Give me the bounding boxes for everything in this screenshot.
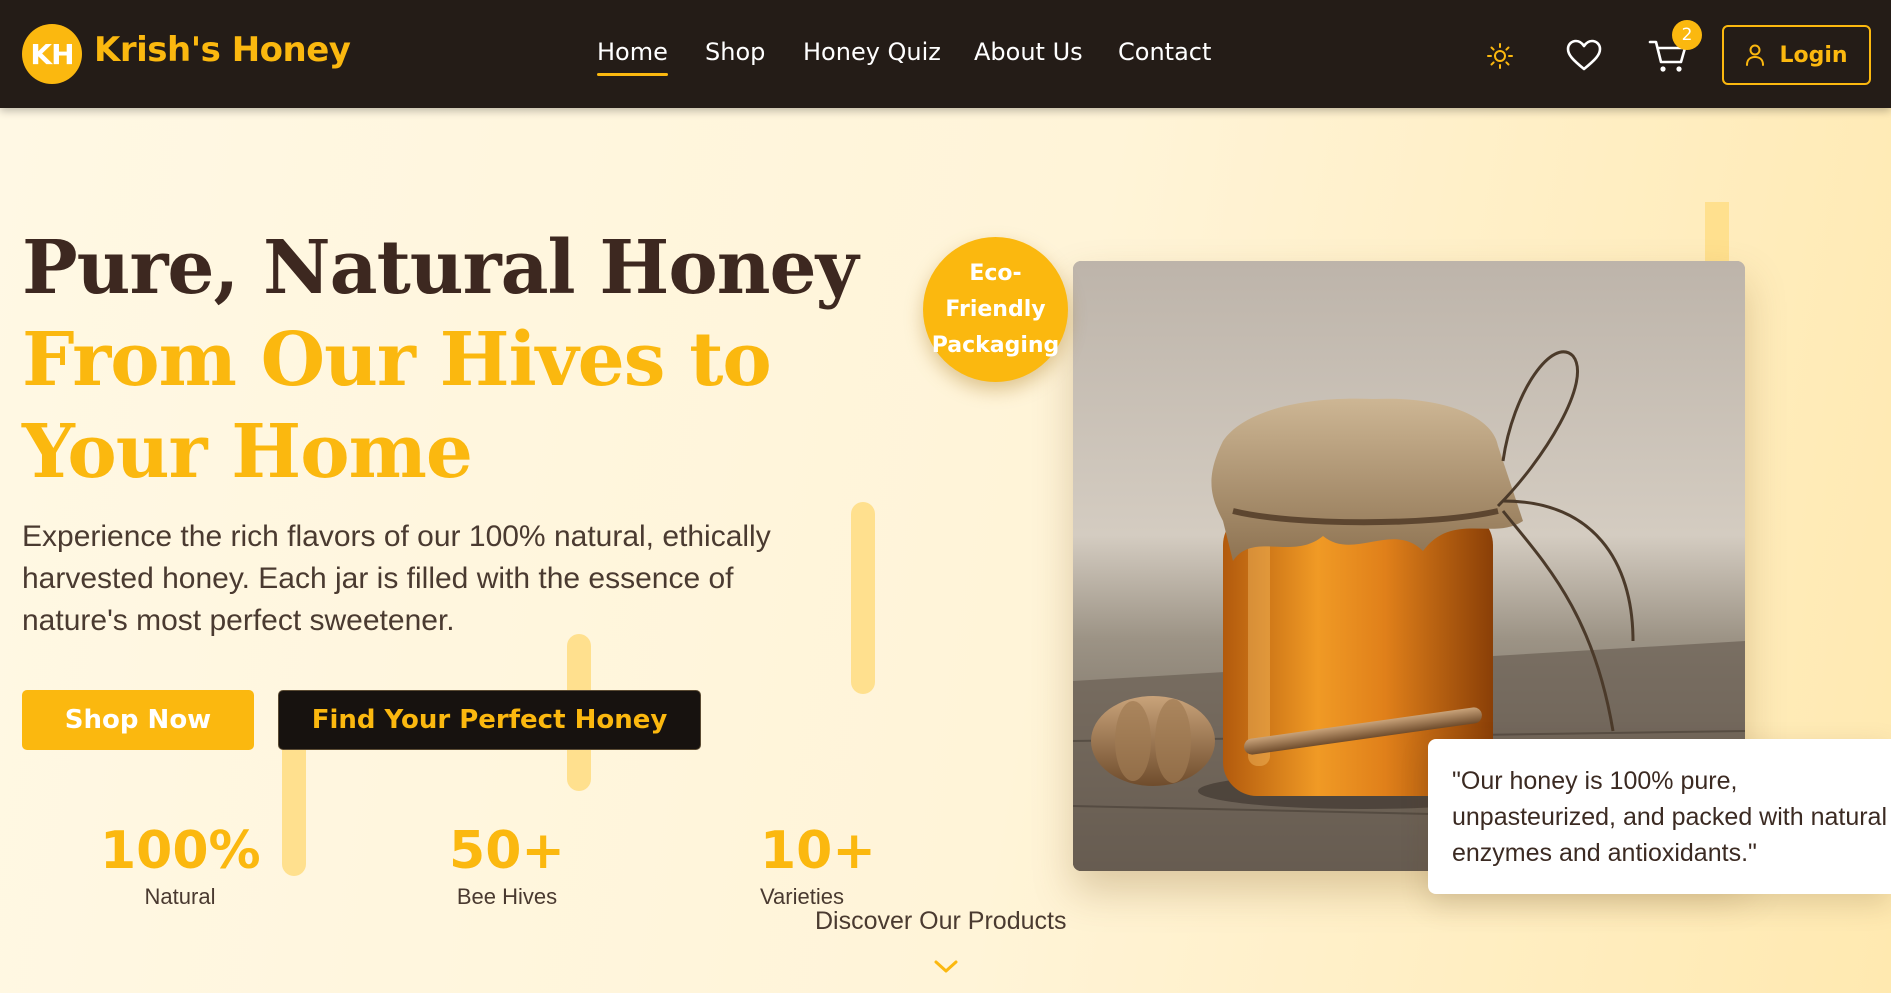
chevron-down-icon[interactable] xyxy=(932,958,960,976)
decorative-drip xyxy=(851,502,875,694)
stat-varieties: 10+ Varieties xyxy=(760,818,876,910)
discover-products-link[interactable]: Discover Our Products xyxy=(815,907,1066,936)
nav-link-about-us[interactable]: About Us xyxy=(974,38,1083,66)
nav-link-home[interactable]: Home xyxy=(597,38,668,76)
eco-badge-text: Eco-Friendly Packaging xyxy=(931,260,1060,358)
stat-value: 50+ xyxy=(449,821,565,881)
cart-count-badge: 2 xyxy=(1672,20,1702,50)
eco-friendly-badge: Eco-Friendly Packaging xyxy=(923,237,1068,382)
stat-label: Natural xyxy=(144,884,216,909)
nav-link-honey-quiz[interactable]: Honey Quiz xyxy=(803,38,941,66)
logo-badge[interactable]: KH xyxy=(22,24,82,84)
brand-name[interactable]: Krish's Honey xyxy=(94,30,351,70)
stat-value: 100% xyxy=(100,821,261,881)
navbar: KH Krish's Honey Home Shop Honey Quiz Ab… xyxy=(0,0,1891,108)
login-label: Login xyxy=(1779,42,1848,68)
sun-icon[interactable] xyxy=(1486,42,1514,70)
heart-icon[interactable] xyxy=(1565,38,1603,72)
hero-description: Experience the rich flavors of our 100% … xyxy=(22,520,771,637)
hero-title-line2: From Our Hives to Your Home xyxy=(22,317,772,495)
stat-natural: 100% Natural xyxy=(100,818,261,910)
stat-value: 10+ xyxy=(760,821,876,881)
find-honey-button[interactable]: Find Your Perfect Honey xyxy=(278,690,701,750)
login-button[interactable]: Login xyxy=(1722,25,1871,85)
stat-bee-hives: 50+ Bee Hives xyxy=(447,818,567,910)
shop-now-button[interactable]: Shop Now xyxy=(22,690,254,750)
stat-label: Bee Hives xyxy=(456,884,558,909)
user-icon xyxy=(1746,44,1765,66)
quote-text: "Our honey is 100% pure, unpasteurized, … xyxy=(1452,767,1888,867)
nav-link-contact[interactable]: Contact xyxy=(1118,38,1211,66)
quote-card: "Our honey is 100% pure, unpasteurized, … xyxy=(1428,739,1891,894)
hero-title-line1: Pure, Natural Honey xyxy=(22,225,859,311)
nav-link-shop[interactable]: Shop xyxy=(705,38,765,66)
hero-title: Pure, Natural Honey From Our Hives to Yo… xyxy=(22,222,922,498)
